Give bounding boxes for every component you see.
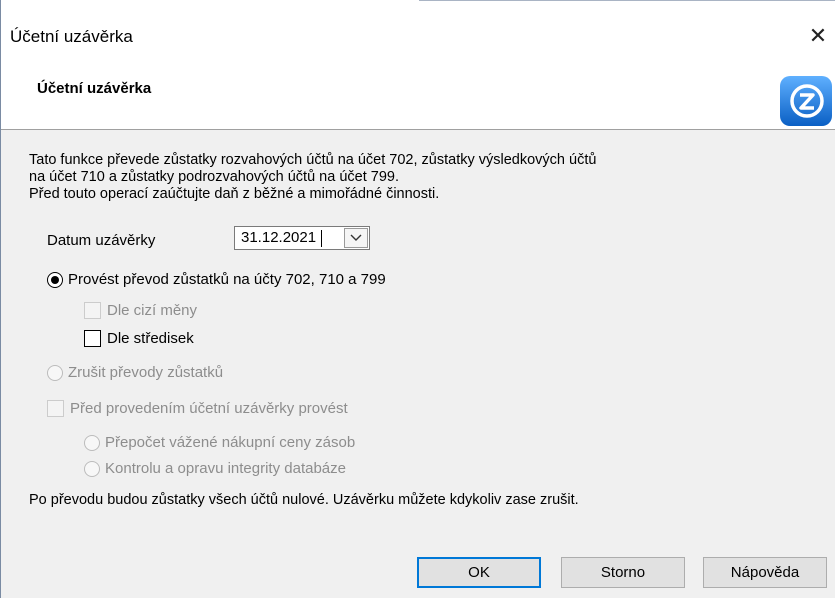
recalc-price-option[interactable]: Přepočet vážené nákupní ceny zásob <box>84 434 355 451</box>
foreign-currency-checkbox[interactable] <box>84 302 101 319</box>
integrity-check-option[interactable]: Kontrolu a opravu integrity databáze <box>84 460 346 477</box>
title-bar: Účetní uzávěrka ✕ <box>1 0 835 50</box>
cancel-transfers-label: Zrušit převody zůstatků <box>68 364 224 381</box>
integrity-check-label: Kontrolu a opravu integrity databáze <box>105 460 346 477</box>
header-title: Účetní uzávěrka <box>37 80 152 97</box>
intro-line-3: Před touto operací zaúčtujte daň z běžné… <box>29 186 440 202</box>
before-closing-label: Před provedením účetní uzávěrky provést <box>70 400 348 417</box>
date-dropdown-button[interactable] <box>344 228 368 248</box>
cancel-transfers-option[interactable]: Zrušit převody zůstatků <box>47 364 223 381</box>
transfer-radio[interactable] <box>47 271 63 288</box>
intro-line-2: na účet 710 a zůstatky podrozvahových úč… <box>29 169 399 185</box>
before-closing-option[interactable]: Před provedením účetní uzávěrky provést <box>47 400 348 417</box>
close-icon: ✕ <box>808 24 828 49</box>
transfer-option[interactable]: Provést převod zůstatků na účty 702, 710… <box>47 271 386 288</box>
by-centers-option[interactable]: Dle středisek <box>84 330 194 347</box>
integrity-check-radio[interactable] <box>84 460 100 477</box>
app-logo-icon <box>778 72 832 128</box>
before-closing-checkbox[interactable] <box>47 400 64 417</box>
cancel-transfers-radio[interactable] <box>47 364 63 381</box>
dialog-window: Účetní uzávěrka ✕ Účetní uzávěrka Tato f… <box>0 0 835 598</box>
foreign-currency-option[interactable]: Dle cizí měny <box>84 302 197 319</box>
date-input[interactable]: 31.12.2021 <box>241 229 316 246</box>
by-centers-label: Dle středisek <box>107 330 194 347</box>
foreign-currency-label: Dle cizí měny <box>107 302 198 319</box>
window-title: Účetní uzávěrka <box>10 27 133 46</box>
intro-text: Tato funkce převede zůstatky rozvahových… <box>29 152 596 203</box>
transfer-label: Provést převod zůstatků na účty 702, 710… <box>68 271 386 288</box>
ok-button[interactable]: OK <box>417 557 541 588</box>
help-button[interactable]: Nápověda <box>703 557 827 588</box>
date-label: Datum uzávěrky <box>47 232 156 249</box>
footer-note: Po převodu budou zůstatky všech účtů nul… <box>29 492 579 508</box>
cancel-button[interactable]: Storno <box>561 557 685 588</box>
recalc-price-label: Přepočet vážené nákupní ceny zásob <box>105 434 356 451</box>
close-button[interactable]: ✕ <box>801 20 835 54</box>
chevron-down-icon <box>350 234 362 241</box>
date-picker[interactable]: 31.12.2021 <box>234 226 370 250</box>
text-caret <box>321 230 322 247</box>
intro-line-1: Tato funkce převede zůstatky rozvahových… <box>29 152 597 168</box>
by-centers-checkbox[interactable] <box>84 330 101 347</box>
recalc-price-radio[interactable] <box>84 434 100 451</box>
